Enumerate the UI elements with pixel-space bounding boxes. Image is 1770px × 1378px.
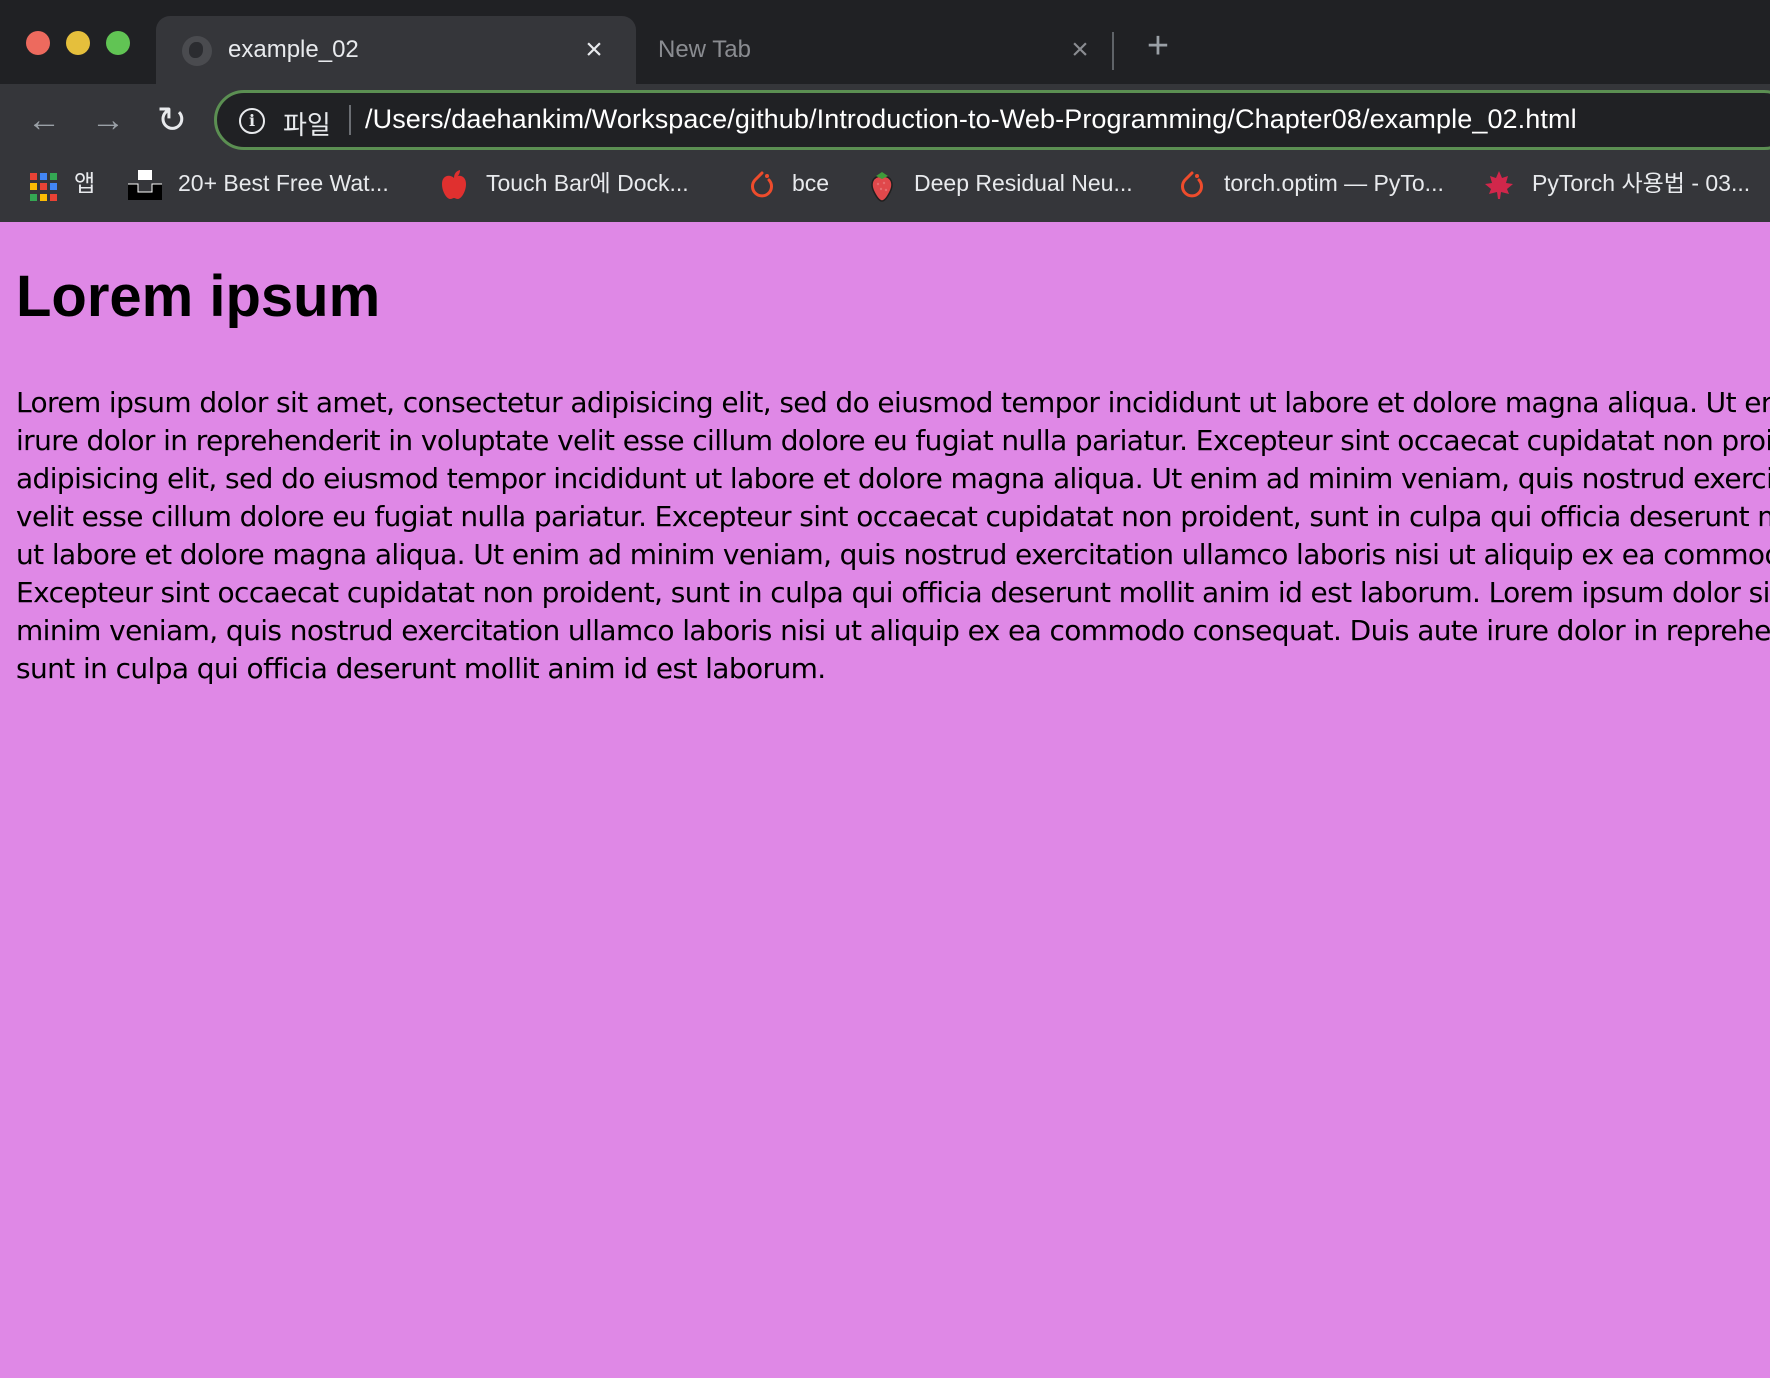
zoom-window-button[interactable] [106,31,130,55]
pytorch-icon [748,170,776,198]
tab-example-02[interactable]: example_02 × [156,16,636,84]
paragraph-line: Excepteur sint occaecat cupidatat non pr… [16,575,1770,609]
browser-chrome: example_02 × New Tab × + ← → ↻ i 파일 /Use… [0,0,1770,222]
tab-title: New Tab [658,36,751,63]
close-window-button[interactable] [26,31,50,55]
new-tab-button[interactable]: + [1138,26,1178,66]
info-icon[interactable]: i [239,108,265,134]
bookmark-label: 앱 [74,170,96,196]
lorem-paragraph: Lorem ipsum dolor sit amet, consectetur … [16,384,1770,688]
paragraph-line: velit esse cillum dolore eu fugiat nulla… [16,499,1770,533]
maple-leaf-icon [1484,170,1513,199]
omnibox-divider [349,105,351,135]
bookmark-label: bce [792,170,830,196]
apple-icon [440,170,468,199]
paragraph-line: ut labore et dolore magna aliqua. Ut eni… [16,537,1770,571]
tab-new-tab[interactable]: New Tab × [636,16,1106,84]
bookmark-label: PyTorch 사용법 - 03... [1532,170,1751,196]
bookmark-apps[interactable]: 앱 [30,166,100,201]
bookmark-label: 20+ Best Free Wat... [178,170,389,196]
globe-icon [182,36,212,66]
bookmark-torch-optim[interactable]: torch.optim — PyTo... [1178,166,1468,200]
unsplash-icon [128,170,162,200]
paragraph-line: irure dolor in reprehenderit in voluptat… [16,423,1770,457]
apps-grid-icon [30,173,58,201]
paragraph-line: Lorem ipsum dolor sit amet, consectetur … [16,385,1770,419]
page-content: Lorem ipsum Lorem ipsum dolor sit amet, … [16,222,1770,1378]
paragraph-line: minim veniam, quis nostrud exercitation … [16,613,1770,647]
paragraph-line: sunt in culpa qui officia deserunt molli… [16,651,826,685]
minimize-window-button[interactable] [66,31,90,55]
close-icon[interactable]: × [1062,32,1098,68]
tab-divider [1112,32,1114,70]
url-text[interactable]: /Users/daehankim/Workspace/github/Introd… [365,104,1577,135]
bookmark-bce[interactable]: bce [748,166,848,200]
bookmark-best-free-wat[interactable]: 20+ Best Free Wat... [128,166,408,200]
bookmark-label: Deep Residual Neu... [914,170,1133,196]
page-heading: Lorem ipsum [16,264,381,329]
strawberry-icon [868,170,896,202]
bookmark-label: torch.optim — PyTo... [1224,170,1444,196]
scheme-label: 파일 [283,111,331,141]
address-bar[interactable]: i 파일 /Users/daehankim/Workspace/github/I… [214,90,1770,150]
pytorch-icon [1178,170,1206,198]
close-icon[interactable]: × [576,32,612,68]
bookmark-touch-bar[interactable]: Touch Bar에 Dock... [440,166,710,200]
bookmark-pytorch-usage[interactable]: PyTorch 사용법 - 03... [1484,166,1764,200]
tab-title: example_02 [228,36,359,63]
bookmark-label: Touch Bar에 Dock... [486,170,689,196]
bookmark-deep-residual[interactable]: Deep Residual Neu... [868,166,1148,202]
tab-strip: example_02 × New Tab × + [0,0,1770,84]
forward-button[interactable]: → [84,96,132,144]
back-button[interactable]: ← [20,96,68,144]
reload-button[interactable]: ↻ [148,96,196,144]
paragraph-line: adipisicing elit, sed do eiusmod tempor … [16,461,1770,495]
bookmarks-bar: 앱 20+ Best Free Wat... Touch Bar에 Dock..… [0,160,1770,206]
